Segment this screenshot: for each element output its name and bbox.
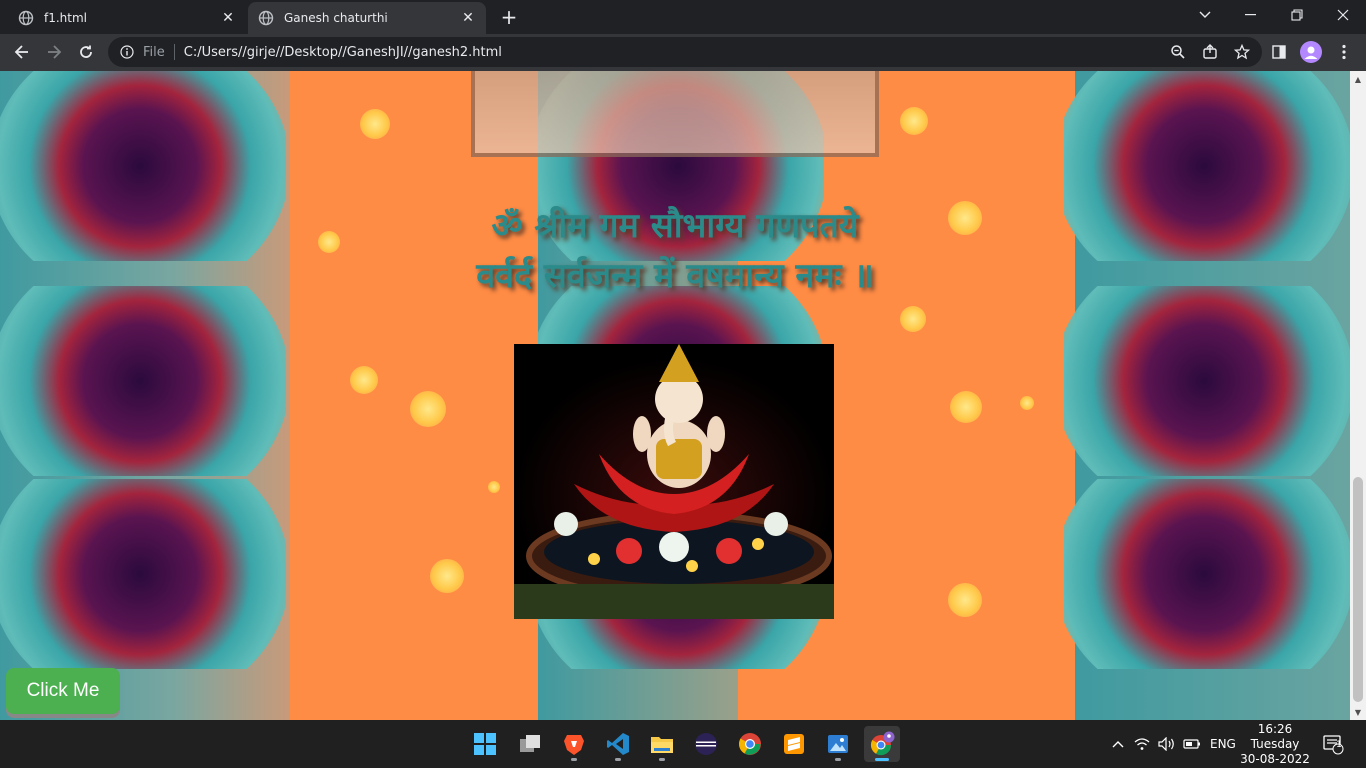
chrome-profile-icon[interactable] xyxy=(864,726,900,762)
bokeh-light xyxy=(318,231,340,253)
notification-count-badge: 1 xyxy=(1336,740,1342,750)
tab-f1[interactable]: f1.html ✕ xyxy=(8,2,246,34)
page-scrollbar[interactable]: ▲ ▼ xyxy=(1350,71,1366,720)
bokeh-light xyxy=(900,107,928,135)
running-indicator xyxy=(571,758,577,761)
zoom-icon[interactable] xyxy=(1166,40,1190,64)
running-indicator xyxy=(835,758,841,761)
system-clock[interactable]: 16:26 Tuesday 30-08-2022 xyxy=(1240,722,1310,767)
scheme-label: File xyxy=(143,44,165,60)
show-hidden-icons[interactable] xyxy=(1112,720,1124,768)
bookmark-star-icon[interactable] xyxy=(1230,40,1254,64)
mantra-line-1: ॐ श्रीम गम सौभाग्य गणपतये xyxy=(491,206,859,246)
photos-icon[interactable] xyxy=(820,726,856,762)
bokeh-light xyxy=(430,559,464,593)
task-view-icon[interactable] xyxy=(512,726,548,762)
new-tab-button[interactable]: + xyxy=(497,6,521,30)
profile-avatar[interactable] xyxy=(1297,38,1325,66)
bokeh-light xyxy=(950,391,982,423)
tab-strip: f1.html ✕ Ganesh chaturthi ✕ + xyxy=(0,0,1366,34)
notifications-icon[interactable]: 1 xyxy=(1322,720,1344,768)
ganesh-mandala-art xyxy=(0,479,286,669)
tab-title: f1.html xyxy=(44,11,88,25)
bokeh-light xyxy=(410,391,446,427)
scroll-up-arrow[interactable]: ▲ xyxy=(1350,71,1366,87)
back-button[interactable] xyxy=(8,38,36,66)
restore-button[interactable] xyxy=(1274,0,1320,30)
share-icon[interactable] xyxy=(1198,40,1222,64)
clock-time: 16:26 xyxy=(1257,722,1293,736)
ganesh-mandala-art xyxy=(1064,71,1350,261)
url-text[interactable]: C:/Users//girje//Desktop//GaneshJI//gane… xyxy=(184,45,1166,60)
menu-icon[interactable] xyxy=(1330,38,1358,66)
chrome-icon[interactable] xyxy=(732,726,768,762)
bokeh-light xyxy=(948,583,982,617)
wifi-icon[interactable] xyxy=(1134,720,1150,768)
brave-browser-icon[interactable] xyxy=(556,726,592,762)
reload-button[interactable] xyxy=(72,38,100,66)
browser-toolbar: File C:/Users//girje//Desktop//GaneshJI/… xyxy=(0,34,1366,71)
eclipse-icon[interactable] xyxy=(688,726,724,762)
mantra-line-2: वर्वर्द सर्वजन्म में वषमान्य नमः ॥ xyxy=(476,256,874,296)
volume-icon[interactable] xyxy=(1158,720,1176,768)
ganesh-mandala-art xyxy=(1064,286,1350,476)
ganesh-mandala-art xyxy=(0,286,286,476)
globe-icon xyxy=(258,10,274,26)
bokeh-light xyxy=(360,109,390,139)
bokeh-light xyxy=(900,306,926,332)
address-bar[interactable]: File C:/Users//girje//Desktop//GaneshJI/… xyxy=(108,37,1262,67)
bokeh-light xyxy=(350,366,378,394)
page-viewport: ॐ श्रीम गम सौभाग्य गणपतये वर्वर्द सर्वजन… xyxy=(0,71,1350,720)
side-panel-icon[interactable] xyxy=(1265,38,1293,66)
vscode-icon[interactable] xyxy=(600,726,636,762)
ganesh-idol-image xyxy=(514,344,834,619)
file-explorer-icon[interactable] xyxy=(644,726,680,762)
mantra-heading: ॐ श्रीम गम सौभाग्य गणपतये वर्वर्द सर्वजन… xyxy=(380,201,970,301)
click-me-button[interactable]: Click Me xyxy=(6,668,120,714)
bokeh-light xyxy=(1020,396,1034,410)
ganesh-mandala-art xyxy=(0,71,286,261)
battery-icon[interactable] xyxy=(1183,720,1201,768)
scroll-thumb[interactable] xyxy=(1353,477,1363,702)
running-indicator xyxy=(875,758,889,761)
minimize-button[interactable] xyxy=(1228,0,1274,30)
tab-ganesh-chaturthi[interactable]: Ganesh chaturthi ✕ xyxy=(248,2,486,34)
globe-icon xyxy=(18,10,34,26)
top-image-frame xyxy=(471,71,879,157)
info-icon[interactable] xyxy=(119,44,135,60)
close-icon[interactable]: ✕ xyxy=(220,10,236,26)
close-icon[interactable]: ✕ xyxy=(460,10,476,26)
windows-taskbar: ENG 16:26 Tuesday 30-08-2022 1 xyxy=(0,720,1366,768)
language-indicator[interactable]: ENG xyxy=(1210,720,1236,768)
bokeh-light xyxy=(488,481,500,493)
divider xyxy=(173,44,175,60)
windows-start-icon[interactable] xyxy=(467,726,503,762)
running-indicator xyxy=(659,758,665,761)
running-indicator xyxy=(615,758,621,761)
clock-day: Tuesday xyxy=(1250,737,1300,751)
forward-button[interactable] xyxy=(40,38,68,66)
close-window-button[interactable] xyxy=(1320,0,1366,30)
tab-search-icon[interactable] xyxy=(1182,0,1228,30)
tab-title: Ganesh chaturthi xyxy=(284,11,388,25)
clock-date: 30-08-2022 xyxy=(1240,752,1310,766)
ganesh-mandala-art xyxy=(1064,479,1350,669)
scroll-down-arrow[interactable]: ▼ xyxy=(1350,704,1366,720)
sublime-text-icon[interactable] xyxy=(776,726,812,762)
